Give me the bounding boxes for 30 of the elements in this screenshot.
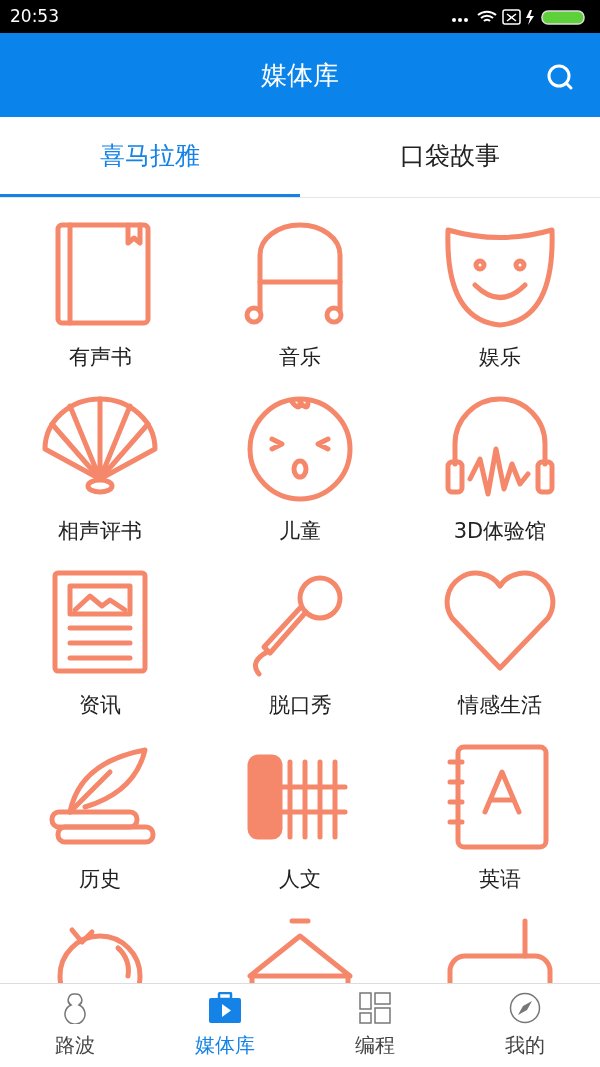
nav-tab[interactable]: 我的 xyxy=(450,984,600,1067)
charging-icon xyxy=(526,9,534,25)
category-label[interactable]: 资讯 xyxy=(79,690,121,722)
category-label[interactable]: 情感生活 xyxy=(458,690,542,722)
gourd-icon xyxy=(61,991,89,1024)
no-sim-icon xyxy=(502,8,521,25)
category-label[interactable]: 脱口秀 xyxy=(268,690,332,722)
category-label[interactable]: 有声书 xyxy=(68,342,132,374)
wifi-icon xyxy=(477,10,497,22)
nav-tab[interactable]: 编程 xyxy=(300,984,450,1067)
compass-icon xyxy=(509,991,541,1024)
category-label[interactable]: 3D体验馆 xyxy=(453,516,547,548)
header-title: 媒体库 xyxy=(261,58,339,92)
category-label[interactable]: 人文 xyxy=(279,864,321,896)
battery-icon xyxy=(541,9,585,25)
nav-tab[interactable]: 路波 xyxy=(0,984,150,1067)
status-time: 20:53 xyxy=(10,4,59,28)
play-briefcase-icon xyxy=(208,991,242,1024)
grid-icon xyxy=(359,991,391,1024)
category-label[interactable]: 英语 xyxy=(479,864,521,896)
nav-tab[interactable]: 媒体库 xyxy=(150,984,300,1067)
category-label[interactable]: 儿童 xyxy=(279,516,321,548)
category-label[interactable]: 音乐 xyxy=(279,342,321,374)
category-label[interactable]: 历史 xyxy=(79,864,121,896)
tab[interactable]: 口袋故事 xyxy=(300,117,600,197)
category-label[interactable]: 娱乐 xyxy=(479,342,521,374)
tab[interactable]: 喜马拉雅 xyxy=(0,117,300,197)
category-label[interactable]: 相声评书 xyxy=(58,516,142,548)
more-dots-icon xyxy=(452,17,468,22)
search-button[interactable] xyxy=(546,63,574,91)
